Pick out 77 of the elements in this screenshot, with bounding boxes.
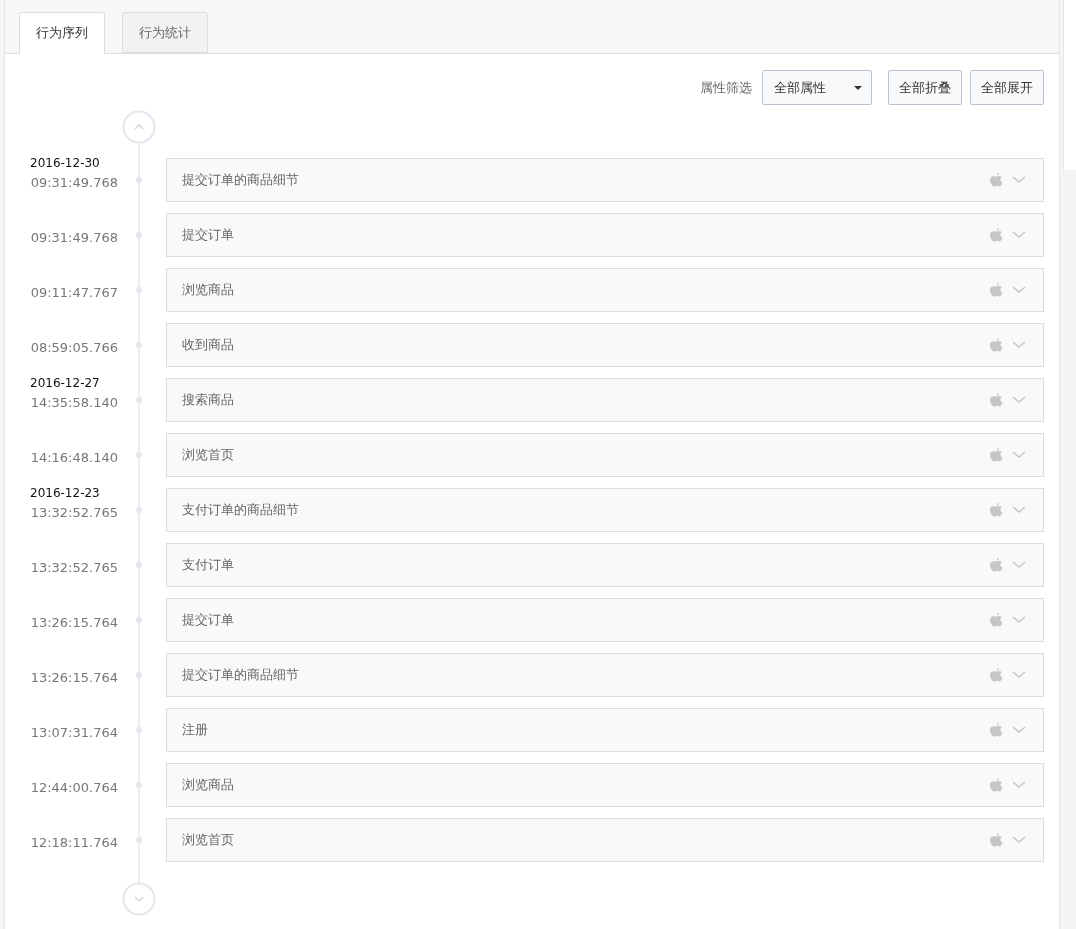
caret-icon bbox=[854, 85, 862, 90]
event-card[interactable]: 浏览商品 bbox=[166, 268, 1044, 312]
event-card[interactable]: 提交订单 bbox=[166, 213, 1044, 257]
tab[interactable]: 行为统计 bbox=[122, 12, 208, 53]
event-name: 提交订单的商品细节 bbox=[182, 666, 300, 684]
time-label: 09:31:49.768 bbox=[30, 175, 118, 190]
chevron-down-icon[interactable] bbox=[1012, 286, 1026, 294]
event-name: 提交订单的商品细节 bbox=[182, 171, 300, 189]
scroll-up-icon[interactable] bbox=[122, 110, 156, 144]
time-label: 14:16:48.140 bbox=[30, 450, 118, 465]
apple-icon bbox=[990, 722, 1003, 738]
event-card[interactable]: 搜索商品 bbox=[166, 378, 1044, 422]
apple-icon bbox=[990, 337, 1003, 353]
chevron-down-icon[interactable] bbox=[1012, 836, 1026, 844]
toolbar-button[interactable]: 全部折叠 bbox=[888, 70, 962, 105]
chevron-down-icon[interactable] bbox=[1012, 616, 1026, 624]
apple-icon bbox=[990, 557, 1003, 573]
event-name: 浏览商品 bbox=[182, 281, 235, 299]
chevron-down-icon[interactable] bbox=[1012, 176, 1026, 184]
chevron-down-icon[interactable] bbox=[1012, 396, 1026, 404]
chevron-down-icon[interactable] bbox=[1012, 781, 1026, 789]
date-label: 2016-12-30 bbox=[30, 156, 100, 170]
time-label: 09:31:49.768 bbox=[30, 230, 118, 245]
chevron-down-icon[interactable] bbox=[1012, 231, 1026, 239]
time-label: 14:35:58.140 bbox=[30, 395, 118, 410]
date-label: 2016-12-23 bbox=[30, 486, 100, 500]
event-card[interactable]: 支付订单 bbox=[166, 543, 1044, 587]
time-label: 13:26:15.764 bbox=[30, 615, 118, 630]
time-label: 13:32:52.765 bbox=[30, 505, 118, 520]
event-name: 提交订单 bbox=[182, 611, 235, 629]
apple-icon bbox=[990, 777, 1003, 793]
event-name: 浏览首页 bbox=[182, 446, 235, 464]
time-label: 12:18:11.764 bbox=[30, 835, 118, 850]
filter-label: 属性筛选 bbox=[700, 78, 752, 97]
time-label: 08:59:05.766 bbox=[30, 340, 118, 355]
time-label: 09:11:47.767 bbox=[30, 285, 118, 300]
apple-icon bbox=[990, 392, 1003, 408]
apple-icon bbox=[990, 447, 1003, 463]
event-name: 支付订单的商品细节 bbox=[182, 501, 300, 519]
event-card[interactable]: 注册 bbox=[166, 708, 1044, 752]
event-card[interactable]: 浏览商品 bbox=[166, 763, 1044, 807]
attribute-dropdown[interactable]: 全部属性 bbox=[762, 70, 872, 105]
toolbar-button[interactable]: 全部展开 bbox=[970, 70, 1044, 105]
chevron-down-icon[interactable] bbox=[1012, 451, 1026, 459]
event-name: 搜索商品 bbox=[182, 391, 235, 409]
apple-icon bbox=[990, 832, 1003, 848]
event-card[interactable]: 收到商品 bbox=[166, 323, 1044, 367]
time-label: 13:26:15.764 bbox=[30, 670, 118, 685]
apple-icon bbox=[990, 502, 1003, 518]
tab[interactable]: 行为序列 bbox=[19, 12, 105, 54]
chevron-down-icon[interactable] bbox=[1012, 561, 1026, 569]
chevron-down-icon[interactable] bbox=[1012, 726, 1026, 734]
time-label: 12:44:00.764 bbox=[30, 780, 118, 795]
apple-icon bbox=[990, 612, 1003, 628]
event-name: 注册 bbox=[182, 721, 209, 739]
event-card[interactable]: 提交订单 bbox=[166, 598, 1044, 642]
apple-icon bbox=[990, 227, 1003, 243]
apple-icon bbox=[990, 667, 1003, 683]
date-label: 2016-12-27 bbox=[30, 376, 100, 390]
time-label: 13:32:52.765 bbox=[30, 560, 118, 575]
chevron-down-icon[interactable] bbox=[1012, 671, 1026, 679]
event-card[interactable]: 浏览首页 bbox=[166, 818, 1044, 862]
event-name: 浏览首页 bbox=[182, 831, 235, 849]
apple-icon bbox=[990, 282, 1003, 298]
chevron-down-icon[interactable] bbox=[1012, 506, 1026, 514]
event-card[interactable]: 浏览首页 bbox=[166, 433, 1044, 477]
event-name: 收到商品 bbox=[182, 336, 235, 354]
scroll-down-icon[interactable] bbox=[122, 882, 156, 916]
event-card[interactable]: 提交订单的商品细节 bbox=[166, 158, 1044, 202]
event-card[interactable]: 提交订单的商品细节 bbox=[166, 653, 1044, 697]
apple-icon bbox=[990, 172, 1003, 188]
time-label: 13:07:31.764 bbox=[30, 725, 118, 740]
event-name: 提交订单 bbox=[182, 226, 235, 244]
event-card[interactable]: 支付订单的商品细节 bbox=[166, 488, 1044, 532]
event-name: 浏览商品 bbox=[182, 776, 235, 794]
chevron-down-icon[interactable] bbox=[1012, 341, 1026, 349]
event-name: 支付订单 bbox=[182, 556, 235, 574]
